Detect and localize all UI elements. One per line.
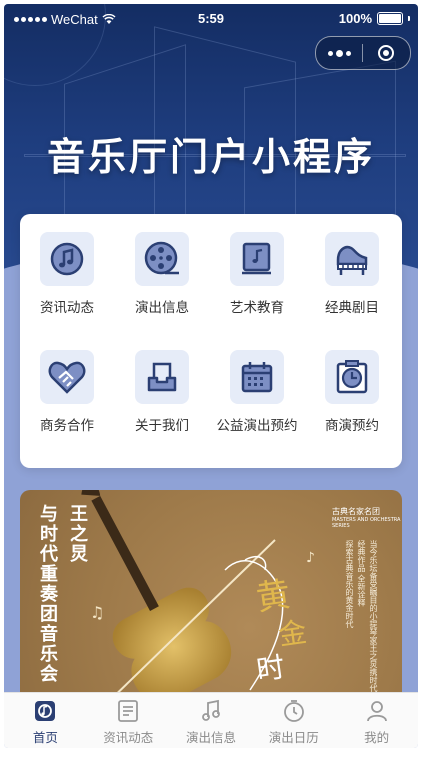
home-icon [35, 701, 56, 721]
menu-label: 资讯动态 [40, 300, 94, 316]
menu-item-charity-booking[interactable]: 公益演出预约 [211, 334, 303, 434]
tab-label: 演出日历 [268, 730, 319, 745]
tab-news[interactable]: 资讯动态 [87, 693, 170, 748]
tab-performance[interactable]: 演出信息 [170, 693, 253, 748]
close-circle-icon[interactable] [363, 37, 409, 69]
tab-label: 资讯动态 [103, 730, 154, 745]
music-book-icon [230, 232, 284, 286]
user-icon [366, 701, 387, 722]
menu-label: 公益演出预约 [216, 418, 298, 434]
miniprogram-capsule [315, 36, 411, 70]
menu-item-about[interactable]: 关于我们 [116, 334, 208, 434]
menu-item-news[interactable]: 资讯动态 [21, 216, 113, 316]
calendar-icon [230, 350, 284, 404]
calendar-dial-icon [283, 700, 304, 722]
more-dots-icon[interactable] [316, 37, 362, 69]
menu-label: 关于我们 [135, 418, 189, 434]
artist-name: 王之炅 [67, 504, 88, 564]
music-note-icon [202, 699, 220, 721]
menu-card: 资讯动态 演出信息 艺术教育 经典剧目 商务合作 关于我们 公益演出预约 商演预… [20, 214, 402, 468]
menu-item-repertoire[interactable]: 经典剧目 [306, 216, 398, 316]
menu-label: 商务合作 [40, 418, 94, 434]
menu-label: 演出信息 [135, 300, 189, 316]
tab-label: 我的 [364, 730, 390, 745]
piano-icon [325, 232, 379, 286]
tab-bar: 首页 资讯动态 演出信息 演出日历 我的 [4, 692, 418, 748]
status-bar: WeChat 5:59 100% [4, 4, 418, 34]
inbox-icon [135, 350, 189, 404]
document-icon [118, 700, 139, 722]
menu-item-performance[interactable]: 演出信息 [116, 216, 208, 316]
phone-screen: WeChat 5:59 100% 音乐厅门户小程序 资讯动态 演出信息 艺术教育… [4, 4, 418, 748]
news-icon [40, 232, 94, 286]
series-logo: 古典名家名团 MASTERS AND ORCHESTRA SERIES [332, 506, 402, 529]
svg-text:♪: ♪ [306, 550, 315, 566]
tab-label: 演出信息 [185, 730, 236, 745]
concert-banner[interactable]: 黄 金 时 ♫ ♪ 王之炅 与时代重奏团音乐会 当今乐坛备受瞩目的小提琴家王之炅… [20, 490, 402, 720]
concert-title: 与时代重奏团音乐会 [37, 504, 58, 684]
battery-percent: 100% [338, 11, 372, 26]
svg-text:金: 金 [276, 615, 308, 652]
svg-text:时: 时 [254, 650, 286, 687]
svg-text:黄: 黄 [254, 575, 293, 619]
menu-label: 艺术教育 [230, 300, 284, 316]
svg-text:♫: ♫ [90, 603, 104, 622]
banner-desc-2: 经典作品 全新诠释 [357, 540, 366, 607]
tab-calendar[interactable]: 演出日历 [252, 693, 335, 748]
film-reel-icon [135, 232, 189, 286]
menu-label: 商演预约 [325, 418, 379, 434]
tab-label: 首页 [32, 730, 58, 745]
battery-icon [377, 12, 403, 25]
clock-icon [325, 350, 379, 404]
logo-sub: MASTERS AND ORCHESTRA SERIES [332, 517, 401, 529]
menu-item-commercial-booking[interactable]: 商演预约 [306, 334, 398, 434]
banner-desc-1: 当今乐坛备受瞩目的小提琴家王之炅携时代 [369, 540, 378, 692]
menu-item-business[interactable]: 商务合作 [21, 334, 113, 434]
menu-label: 经典剧目 [325, 300, 379, 316]
handshake-heart-icon [40, 350, 94, 404]
logo-text: 古典名家名团 [332, 507, 380, 516]
tab-profile[interactable]: 我的 [335, 693, 418, 748]
page-title: 音乐厅门户小程序 [46, 134, 375, 179]
banner-desc-3: 探索古典音乐的黄金时代 [345, 540, 354, 628]
tab-home[interactable]: 首页 [4, 693, 87, 748]
menu-item-education[interactable]: 艺术教育 [211, 216, 303, 316]
